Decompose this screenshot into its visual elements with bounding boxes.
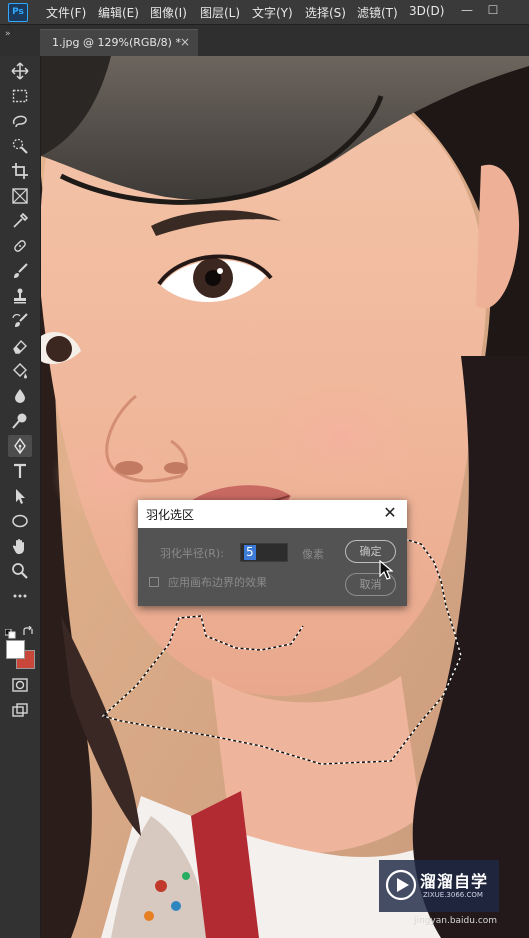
close-tab-icon[interactable]: × [180, 35, 190, 49]
photo-image [41, 56, 529, 938]
move-tool-icon[interactable] [8, 60, 32, 82]
lasso-tool-icon[interactable] [8, 110, 32, 132]
menu-layer[interactable]: 图层(L) [200, 4, 240, 21]
path-selection-tool-icon[interactable] [8, 485, 32, 507]
menu-select[interactable]: 选择(S) [305, 4, 346, 21]
marquee-tool-icon[interactable] [8, 85, 32, 107]
brush-tool-icon[interactable] [8, 260, 32, 282]
crop-tool-icon[interactable] [8, 160, 32, 182]
paint-bucket-tool-icon[interactable] [8, 360, 32, 382]
tools-panel [0, 56, 41, 938]
menu-file[interactable]: 文件(F) [46, 4, 86, 21]
feather-selection-dialog: 羽化选区 ✕ 羽化半径(R): 5 像素 应用画布边界的效果 确定 取消 [138, 500, 407, 606]
zoom-tool-icon[interactable] [8, 560, 32, 582]
document-tab-title: 1.jpg @ 129%(RGB/8) * [52, 36, 181, 49]
frame-tool-icon[interactable] [8, 185, 32, 207]
screen-mode-icon[interactable] [8, 699, 32, 721]
clone-stamp-tool-icon[interactable] [8, 285, 32, 307]
document-tab-bar: » 1.jpg @ 129%(RGB/8) * × [0, 25, 529, 56]
mouse-cursor-icon [379, 560, 393, 580]
type-tool-icon[interactable] [8, 460, 32, 482]
feather-radius-label: 羽化半径(R): [160, 547, 224, 560]
apply-canvas-bounds-checkbox[interactable] [149, 577, 159, 587]
pen-tool-icon[interactable] [8, 435, 32, 457]
feather-radius-value: 5 [244, 545, 256, 560]
dialog-titlebar[interactable]: 羽化选区 ✕ [138, 500, 407, 528]
menu-3d[interactable]: 3D(D) [409, 4, 444, 18]
more-tools-icon[interactable] [8, 585, 32, 607]
feather-radius-input[interactable]: 5 [240, 543, 288, 562]
minimize-button[interactable]: — [454, 0, 480, 24]
document-tab[interactable]: 1.jpg @ 129%(RGB/8) * × [40, 29, 198, 56]
source-watermark: jingyan.baidu.com [414, 916, 498, 926]
play-logo-icon [385, 869, 417, 901]
dodge-tool-icon[interactable] [8, 410, 32, 432]
close-icon[interactable]: ✕ [379, 502, 401, 524]
history-brush-tool-icon[interactable] [8, 310, 32, 332]
ellipse-tool-icon[interactable] [8, 510, 32, 532]
menu-type[interactable]: 文字(Y) [252, 4, 293, 21]
photoshop-logo: Ps [8, 3, 28, 22]
watermark-subtitle: ZIXUE.3066.COM [423, 891, 483, 899]
hand-tool-icon[interactable] [8, 535, 32, 557]
feather-radius-unit: 像素 [302, 548, 324, 561]
document-canvas[interactable] [41, 56, 529, 938]
foreground-color-swatch[interactable] [6, 640, 25, 659]
watermark-title: 溜溜自学 [420, 872, 489, 891]
default-colors-icon[interactable] [4, 624, 17, 639]
menu-image[interactable]: 图像(I) [150, 4, 187, 21]
menu-filter[interactable]: 滤镜(T) [357, 4, 398, 21]
watermark-logo: 溜溜自学 ZIXUE.3066.COM [379, 860, 499, 912]
quick-mask-icon[interactable] [8, 674, 32, 696]
dialog-title: 羽化选区 [146, 508, 195, 522]
apply-canvas-bounds-label[interactable]: 应用画布边界的效果 [168, 574, 267, 590]
eraser-tool-icon[interactable] [8, 335, 32, 357]
menu-bar: Ps 文件(F) 编辑(E) 图像(I) 图层(L) 文字(Y) 选择(S) 滤… [0, 0, 529, 25]
swap-colors-icon[interactable] [22, 623, 34, 635]
blur-tool-icon[interactable] [8, 385, 32, 407]
eyedropper-tool-icon[interactable] [8, 210, 32, 232]
healing-brush-tool-icon[interactable] [8, 235, 32, 257]
menu-edit[interactable]: 编辑(E) [98, 4, 139, 21]
maximize-button[interactable]: ☐ [480, 0, 506, 24]
expand-panels-icon[interactable]: » [5, 29, 11, 39]
quick-select-tool-icon[interactable] [8, 135, 32, 157]
